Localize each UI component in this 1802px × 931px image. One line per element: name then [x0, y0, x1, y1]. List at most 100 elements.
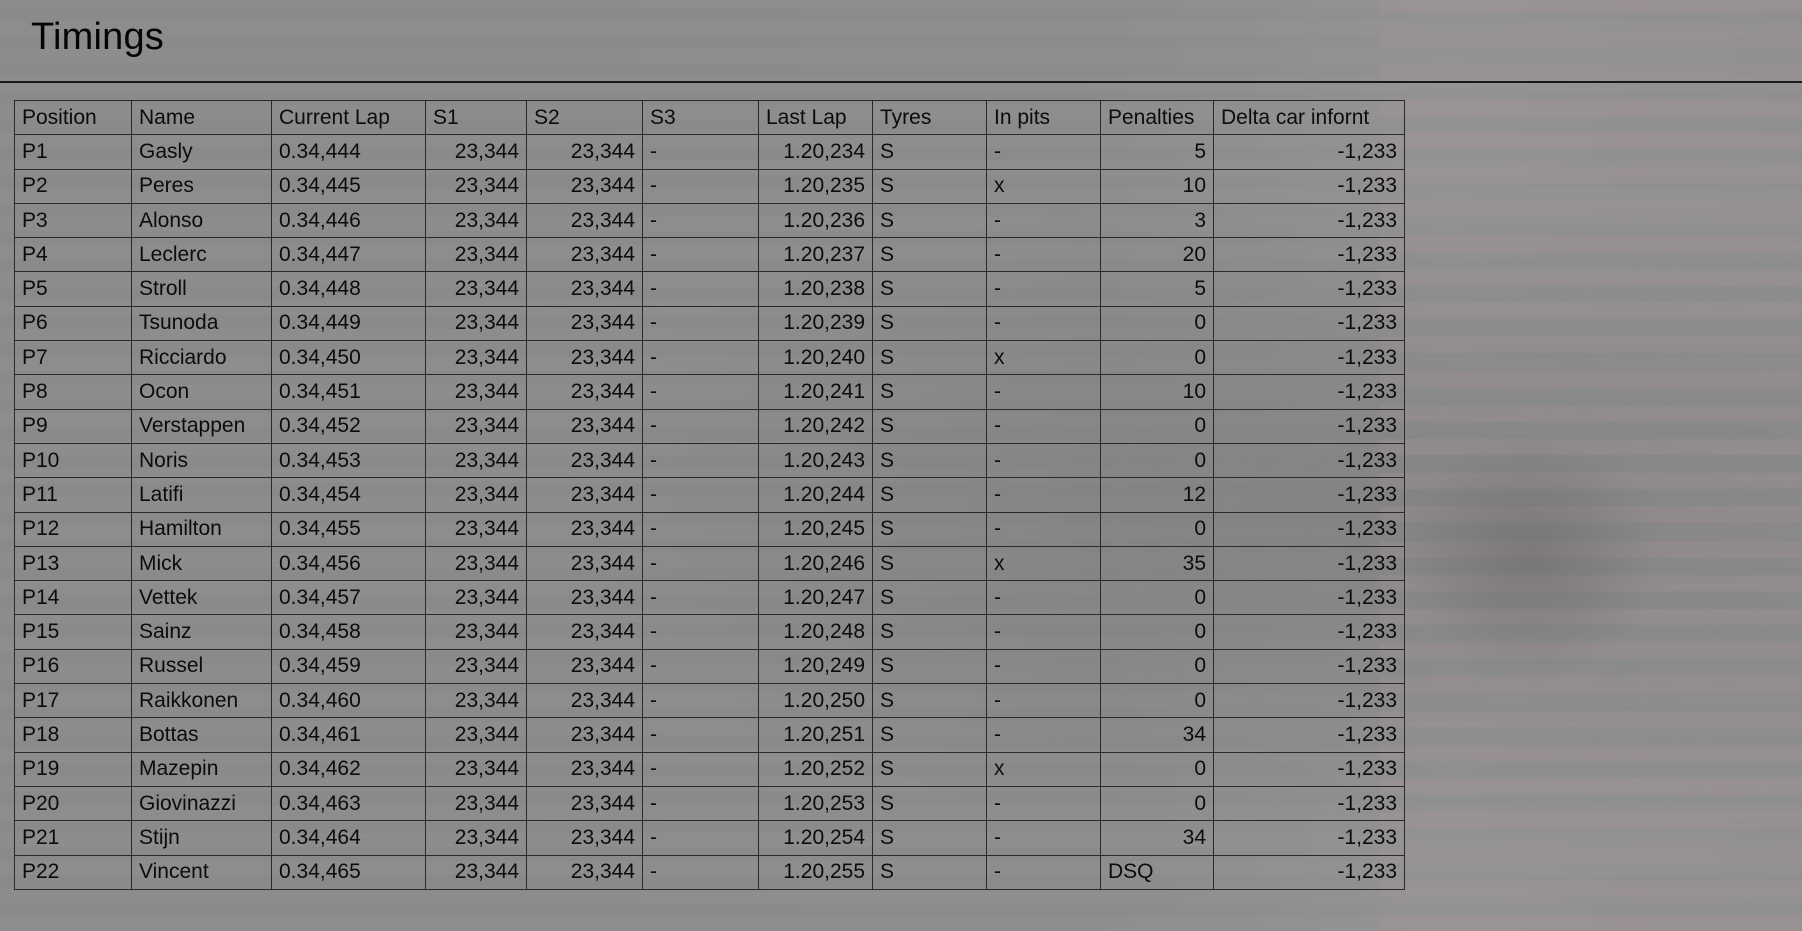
cell-penalties: 0: [1100, 340, 1214, 376]
cell-s2: 23,344: [526, 271, 643, 307]
cell-s3: -: [642, 168, 759, 204]
cell-tyres: S: [872, 614, 987, 650]
cell-s2: 23,344: [526, 820, 643, 856]
cell-delta: -1,233: [1213, 820, 1405, 856]
cell-name: Mick: [131, 545, 272, 582]
table-header-row: Position Name Current Lap S1 S2 S3 Last …: [14, 99, 1405, 136]
cell-position: P2: [14, 168, 132, 204]
cell-position: P10: [14, 442, 132, 479]
cell-tyres: S: [872, 477, 987, 513]
cell-in-pits: -: [986, 305, 1101, 342]
cell-last-lap: 1.20,242: [758, 408, 873, 444]
cell-delta: -1,233: [1213, 168, 1405, 204]
cell-s2: 23,344: [526, 511, 643, 547]
cell-tyres: S: [872, 820, 987, 856]
cell-s1: 23,344: [425, 271, 527, 307]
cell-s3: -: [642, 305, 759, 342]
table-row: P11 Latifi 0.34,454 23,344 23,344-1.20,244 S -…: [14, 477, 1405, 513]
cell-s2: 23,344: [526, 683, 643, 719]
cell-name: Stijn: [131, 820, 272, 856]
cell-in-pits: -: [986, 237, 1101, 273]
table-row: P10 Noris 0.34,453 23,344 23,344-1.20,243 S -0…: [14, 442, 1405, 479]
cell-penalties: 0: [1100, 511, 1214, 547]
cell-name: Bottas: [131, 717, 272, 753]
cell-current-lap: 0.34,447: [271, 237, 426, 273]
cell-s2: 23,344: [526, 408, 643, 444]
cell-position: P17: [14, 683, 132, 719]
cell-name: Peres: [131, 168, 272, 204]
cell-s3: -: [642, 374, 759, 410]
cell-last-lap: 1.20,239: [758, 305, 873, 342]
cell-s1: 23,344: [425, 305, 527, 342]
cell-s1: 23,344: [425, 683, 527, 719]
cell-tyres: S: [872, 237, 987, 273]
table-row: P21 Stijn 0.34,464 23,344 23,344-1.20,254 S -3…: [14, 820, 1405, 856]
cell-penalties: DSQ: [1100, 854, 1214, 890]
cell-delta: -1,233: [1213, 683, 1405, 719]
cell-penalties: 0: [1100, 614, 1214, 650]
cell-s2: 23,344: [526, 580, 643, 616]
cell-s3: -: [642, 202, 759, 239]
cell-position: P14: [14, 580, 132, 616]
column-header-last-lap: Last Lap: [758, 99, 873, 136]
cell-in-pits: -: [986, 134, 1101, 170]
cell-s3: -: [642, 340, 759, 376]
cell-last-lap: 1.20,241: [758, 374, 873, 410]
cell-s3: -: [642, 683, 759, 719]
cell-s3: -: [642, 580, 759, 616]
cell-tyres: S: [872, 374, 987, 410]
cell-name: Verstappen: [131, 408, 272, 444]
cell-penalties: 0: [1100, 751, 1214, 787]
cell-s2: 23,344: [526, 237, 643, 273]
cell-s2: 23,344: [526, 751, 643, 787]
page-title: Timings: [31, 16, 165, 58]
cell-in-pits: -: [986, 202, 1101, 239]
cell-delta: -1,233: [1213, 305, 1405, 342]
cell-penalties: 12: [1100, 477, 1214, 513]
table-row: P15 Sainz 0.34,458 23,344 23,344-1.20,248 S -0…: [14, 614, 1405, 650]
cell-penalties: 34: [1100, 820, 1214, 856]
table-row: P19 Mazepin 0.34,462 23,344 23,344-1.20,252 S…: [14, 751, 1405, 787]
cell-position: P22: [14, 854, 132, 890]
cell-tyres: S: [872, 340, 987, 376]
cell-s3: -: [642, 820, 759, 856]
column-header-current-lap: Current Lap: [271, 99, 426, 136]
cell-position: P21: [14, 820, 132, 856]
table-row: P2 Peres 0.34,445 23,344 23,344-1.20,235 Sx 10…: [14, 168, 1405, 204]
cell-s2: 23,344: [526, 374, 643, 410]
cell-tyres: S: [872, 683, 987, 719]
cell-s1: 23,344: [425, 820, 527, 856]
cell-s3: -: [642, 785, 759, 822]
cell-s3: -: [642, 271, 759, 307]
cell-s2: 23,344: [526, 168, 643, 204]
cell-tyres: S: [872, 854, 987, 890]
cell-position: P4: [14, 237, 132, 273]
cell-s3: -: [642, 408, 759, 444]
table-row: P4 Leclerc 0.34,447 23,344 23,344-1.20,237 S -…: [14, 237, 1405, 273]
cell-s3: -: [642, 511, 759, 547]
cell-tyres: S: [872, 305, 987, 342]
cell-name: Leclerc: [131, 237, 272, 273]
cell-name: Stroll: [131, 271, 272, 307]
table-row: P17 Raikkonen 0.34,460 23,344 23,344-1.20,25…: [14, 683, 1405, 719]
cell-name: Noris: [131, 442, 272, 479]
cell-position: P15: [14, 614, 132, 650]
cell-in-pits: -: [986, 785, 1101, 822]
cell-in-pits: x: [986, 340, 1101, 376]
cell-s1: 23,344: [425, 717, 527, 753]
cell-s2: 23,344: [526, 717, 643, 753]
cell-tyres: S: [872, 442, 987, 479]
cell-position: P9: [14, 408, 132, 444]
cell-s1: 23,344: [425, 134, 527, 170]
cell-last-lap: 1.20,248: [758, 614, 873, 650]
cell-current-lap: 0.34,460: [271, 683, 426, 719]
table-row: P8 Ocon 0.34,451 23,344 23,344-1.20,241 S -10-…: [14, 374, 1405, 410]
column-header-position: Position: [14, 99, 132, 136]
cell-current-lap: 0.34,461: [271, 717, 426, 753]
cell-last-lap: 1.20,254: [758, 820, 873, 856]
cell-tyres: S: [872, 511, 987, 547]
cell-position: P18: [14, 717, 132, 753]
cell-s2: 23,344: [526, 442, 643, 479]
cell-name: Ocon: [131, 374, 272, 410]
cell-tyres: S: [872, 408, 987, 444]
